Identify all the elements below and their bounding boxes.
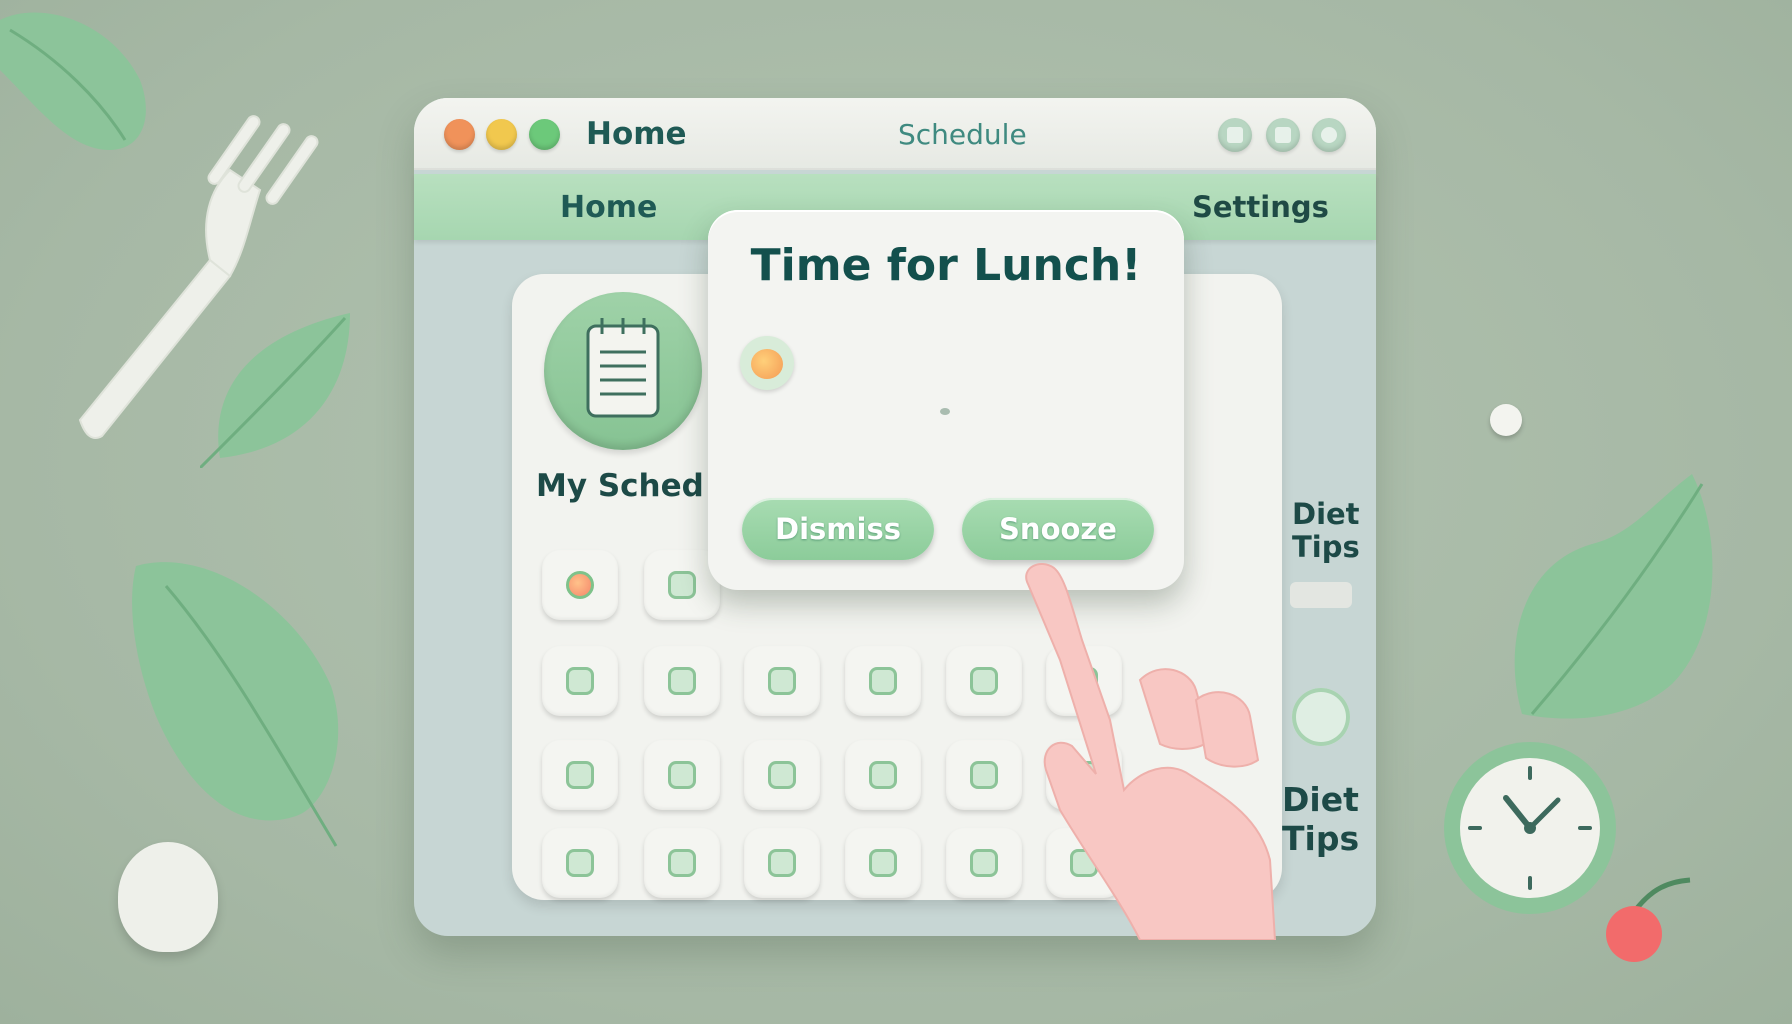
food-icon (668, 849, 696, 877)
diet-tips-label-top[interactable]: Diet Tips (1292, 498, 1360, 564)
food-tile[interactable] (644, 646, 720, 716)
food-icon (566, 667, 594, 695)
diet-tips-label-bottom[interactable]: Diet Tips (1282, 780, 1359, 858)
maximize-dot-icon[interactable] (529, 119, 560, 150)
food-icon (970, 761, 998, 789)
title-bar: Home Schedule (414, 98, 1376, 170)
food-tile[interactable] (744, 828, 820, 898)
title-schedule[interactable]: Schedule (898, 118, 1027, 151)
diet-tips-top-line2: Tips (1292, 530, 1360, 564)
side-circle-button[interactable] (1292, 688, 1350, 746)
pebble-decoration (118, 842, 218, 952)
side-bar (1290, 582, 1352, 608)
food-icon (768, 849, 796, 877)
food-tile[interactable] (845, 646, 921, 716)
food-tile[interactable] (744, 646, 820, 716)
cherry-icon (1604, 872, 1704, 976)
food-tile[interactable] (644, 740, 720, 810)
nav-item-settings[interactable]: Settings (1192, 190, 1329, 224)
diet-tips-top-line1: Diet (1292, 497, 1360, 531)
food-tile[interactable] (542, 828, 618, 898)
food-tile[interactable] (845, 828, 921, 898)
bead-decoration (1490, 404, 1522, 436)
food-icon (869, 849, 897, 877)
food-tile[interactable] (542, 646, 618, 716)
food-icon (768, 667, 796, 695)
food-icon (970, 849, 998, 877)
food-icon (869, 667, 897, 695)
maximize-icon[interactable] (1266, 118, 1300, 152)
food-icon (668, 667, 696, 695)
close-dot-icon[interactable] (444, 119, 475, 150)
dialog-dot (940, 408, 950, 415)
food-tile[interactable] (845, 740, 921, 810)
minimize-icon[interactable] (1218, 118, 1252, 152)
dismiss-button[interactable]: Dismiss (742, 498, 934, 560)
nav-item-home[interactable]: Home (560, 190, 657, 225)
notepad-icon (586, 318, 660, 418)
schedule-button[interactable] (544, 292, 702, 450)
food-icon (668, 571, 696, 599)
lunch-reminder-dialog: Time for Lunch! Dismiss Snooze (708, 210, 1184, 590)
dialog-title: Time for Lunch! (750, 240, 1142, 291)
food-icon (566, 849, 594, 877)
pointing-hand-icon (1000, 560, 1290, 944)
title-home[interactable]: Home (586, 116, 687, 152)
schedule-label: My Sched (536, 468, 704, 504)
snooze-button[interactable]: Snooze (962, 498, 1154, 560)
diet-tips-bottom-line1: Diet (1282, 780, 1359, 819)
minimize-dot-icon[interactable] (486, 119, 517, 150)
food-icon (869, 761, 897, 789)
food-icon (566, 571, 594, 599)
close-icon[interactable] (1312, 118, 1346, 152)
food-icon (668, 761, 696, 789)
food-icon (970, 667, 998, 695)
food-tile[interactable] (542, 740, 618, 810)
food-tile[interactable] (744, 740, 820, 810)
leaf-decoration-right (1502, 474, 1722, 724)
peach-icon (740, 336, 794, 390)
leaf-decoration-small-left (200, 308, 360, 468)
food-tile[interactable] (542, 550, 618, 620)
clock-icon (1440, 738, 1620, 922)
food-icon (566, 761, 594, 789)
diet-tips-bottom-line2: Tips (1282, 819, 1360, 858)
food-icon (768, 761, 796, 789)
food-tile[interactable] (644, 828, 720, 898)
leaf-decoration-large-left (126, 546, 356, 856)
